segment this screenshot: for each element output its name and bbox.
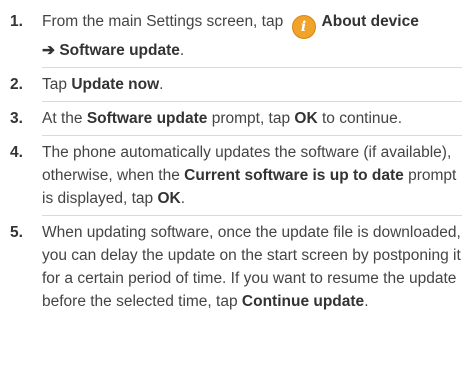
info-icon: i — [291, 15, 316, 39]
divider — [42, 101, 462, 102]
step-text: . — [179, 42, 185, 59]
step-text: to continue. — [317, 110, 403, 127]
arrow-glyph: ➔ — [42, 42, 55, 59]
software-update-label: Software update — [59, 42, 180, 59]
step-text: . — [180, 190, 186, 207]
step-text: . — [159, 76, 164, 93]
step-number: 4. — [10, 144, 23, 161]
ok-label: OK — [294, 110, 318, 127]
step-text: prompt, tap — [207, 110, 295, 127]
step-5: 5. When updating software, once the upda… — [10, 221, 462, 313]
step-number: 3. — [10, 110, 23, 127]
continue-update-label: Continue update — [241, 293, 365, 310]
step-number: 1. — [10, 13, 23, 30]
divider — [42, 215, 462, 216]
update-now-label: Update now — [71, 76, 160, 93]
step-text: . — [364, 293, 369, 310]
step-number: 2. — [10, 76, 23, 93]
divider — [42, 67, 462, 68]
divider — [42, 135, 462, 136]
current-software-label: Current software is up to date — [184, 167, 404, 184]
step-text: Tap — [42, 76, 72, 93]
about-device-label: About device — [321, 13, 419, 30]
step-text: From the main Settings screen, tap — [42, 13, 284, 30]
ok-label: OK — [157, 190, 181, 207]
step-1: 1. From the main Settings screen, tap iA… — [10, 10, 462, 62]
step-text: At the — [42, 110, 87, 127]
software-update-prompt-label: Software update — [86, 110, 208, 127]
step-number: 5. — [10, 224, 23, 241]
step-2: 2. Tap Update now. — [10, 73, 462, 96]
step-4: 4. The phone automatically updates the s… — [10, 141, 462, 210]
step-3: 3. At the Software update prompt, tap OK… — [10, 107, 462, 130]
steps-list: 1. From the main Settings screen, tap iA… — [10, 10, 462, 313]
